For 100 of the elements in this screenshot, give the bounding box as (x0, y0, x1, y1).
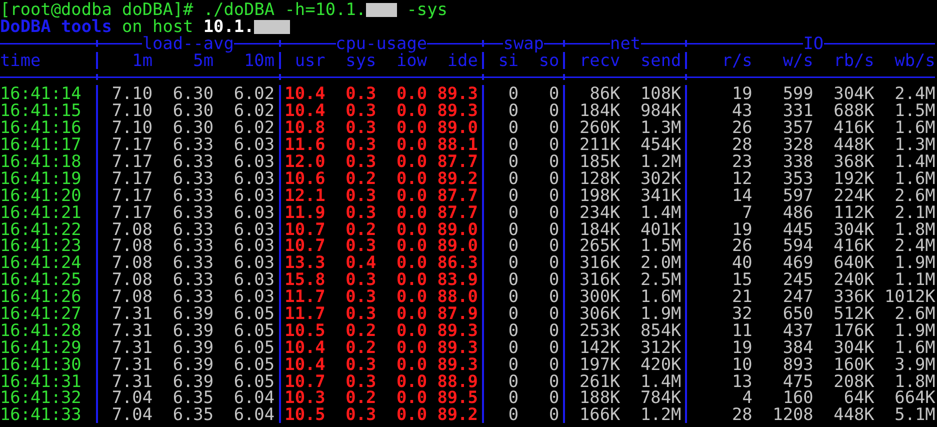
table-cell-text: 32 (731, 305, 752, 322)
table-cell-text: 1012K (884, 288, 936, 306)
table-cell-text: 88.0 (436, 288, 478, 306)
table-cell-text: 6.30 (172, 102, 214, 120)
table-cell-text: 28 (731, 136, 752, 154)
table-cell-text: 300K (578, 288, 620, 306)
table-cell-text: 0.0 (396, 102, 428, 120)
table-cell-text: 0.4 (344, 254, 376, 272)
table-cell-text: 6.02 (232, 119, 275, 136)
time-cell-text: 16:41:21 (0, 204, 82, 221)
table-cell-text: 6.39 (172, 305, 214, 322)
table-cell-text: 6.02 (232, 85, 275, 102)
table-cell-text: 6.39 (172, 338, 214, 356)
table-cell-text: 0 (507, 271, 519, 288)
table-cell-text: 341K (640, 186, 682, 204)
group-title: load--avg (142, 34, 234, 52)
table-cell-text: 0 (507, 254, 519, 272)
time-cell-text: 16:41:18 (0, 153, 82, 170)
table-cell-text: 6.05 (232, 338, 275, 356)
table-cell-text: 0 (507, 153, 519, 170)
table-cell-text: 316K (578, 271, 620, 288)
table-cell-text: 893 (782, 356, 814, 373)
table-cell-text: 0.0 (396, 237, 428, 254)
table-cell-text: 0 (548, 136, 560, 154)
table-cell-text: 0.2 (344, 389, 376, 406)
table-cell-text: 128K (578, 170, 620, 187)
table-cell-text: 2.1M (894, 204, 936, 221)
table-cell-text: 0 (507, 237, 519, 254)
table-cell-text: 7 (741, 204, 752, 221)
table-cell-text: 7.31 (110, 338, 153, 356)
table-cell-text: 87.9 (436, 305, 478, 322)
table-cell-text: 261K (578, 372, 620, 390)
table-cell-text: 0 (548, 338, 560, 356)
table-cell-text: 6.03 (232, 237, 275, 254)
group-title: net (610, 34, 641, 52)
table-cell-text: 353 (782, 170, 814, 187)
table-cell-text: 512K (832, 305, 874, 322)
table-cell-text: 89.5 (436, 389, 478, 406)
table-cell-text: 1.5M (640, 237, 682, 254)
table-cell-text: 6.33 (172, 153, 214, 170)
table-cell-text: 6.03 (232, 136, 275, 154)
table-cell-text: 184K (578, 220, 620, 238)
table-cell-text: 0.0 (396, 186, 428, 204)
table-cell-text: 304K (832, 338, 874, 356)
table-cell-text: 0.2 (344, 170, 376, 187)
table-cell-text: 6.03 (232, 170, 275, 187)
table-cell-text: 7.31 (110, 372, 153, 390)
table-cell-text: 0.3 (344, 85, 376, 102)
table-cell-text: 6.03 (232, 220, 275, 238)
table-cell-text: 6.03 (232, 254, 275, 272)
table-cell-text: 64K (844, 389, 874, 406)
table-cell-text: 43 (731, 102, 752, 120)
table-cell-text: 89.3 (436, 322, 478, 339)
table-cell-text: 89.3 (436, 338, 478, 356)
table-cell-text: 6.33 (172, 220, 214, 238)
table-cell-text: 87.7 (436, 153, 478, 170)
table-cell-text: 7.31 (110, 305, 153, 322)
table-cell-text: 1.9M (640, 305, 682, 322)
table-cell-text: 89.3 (436, 102, 478, 120)
table-cell-text: 1.9M (894, 254, 936, 272)
table-cell-text: 89.0 (436, 119, 478, 136)
table-cell-text: 13 (731, 372, 752, 390)
table-cell-text: 368K (832, 153, 874, 170)
table-cell-text: 7.04 (110, 406, 153, 424)
table-cell-text: 0.2 (344, 338, 376, 356)
table-cell-text: 0.0 (396, 254, 428, 272)
table-cell-text: 26 (731, 237, 752, 254)
table-cell-text: 6.33 (172, 170, 214, 187)
table-cell: 10.5 (284, 406, 326, 424)
table-cell-text: 6.03 (232, 271, 275, 288)
table-cell: 12.1 (284, 186, 326, 204)
table-cell-text: 1.4M (640, 372, 682, 390)
table-cell-text: 6.03 (232, 153, 275, 170)
table-cell-text: 6.04 (232, 389, 275, 406)
table-cell-text: 1.6M (894, 170, 936, 187)
table-cell-text: 0.3 (344, 119, 376, 136)
table-cell-text: 0 (548, 406, 560, 424)
table-cell-text: 0 (507, 288, 519, 306)
table-cell-text: 0.0 (396, 356, 428, 373)
table-cell-text: 599 (782, 85, 814, 102)
time-cell-text: 16:41:26 (0, 288, 82, 306)
table-cell-text: 336K (832, 288, 874, 306)
group-title: swap (503, 34, 544, 52)
table-cell-text: 1.5M (894, 102, 936, 120)
table-cell-text: 416K (832, 119, 874, 136)
table-cell-text: 1.6M (894, 119, 936, 136)
column-header: 10m (243, 52, 275, 69)
table-cell-text: 0.0 (396, 153, 428, 170)
table-cell-text: 6.33 (172, 254, 214, 272)
table-cell-text: 245 (782, 271, 814, 288)
table-cell-text: 6.04 (232, 406, 275, 424)
table-cell-text: 23 (731, 153, 752, 170)
table-cell-text: 0.0 (396, 136, 428, 154)
table-cell-text: 2.6M (894, 186, 936, 204)
table-cell-text: 83.9 (436, 271, 478, 288)
table-cell-text: 0 (548, 305, 560, 322)
command-text: ./doDBA -h=10.1. (203, 1, 366, 18)
table-cell: 10.5 (284, 322, 326, 339)
table-cell-text: 160K (832, 356, 874, 373)
time-cell-text: 16:41:25 (0, 271, 82, 288)
